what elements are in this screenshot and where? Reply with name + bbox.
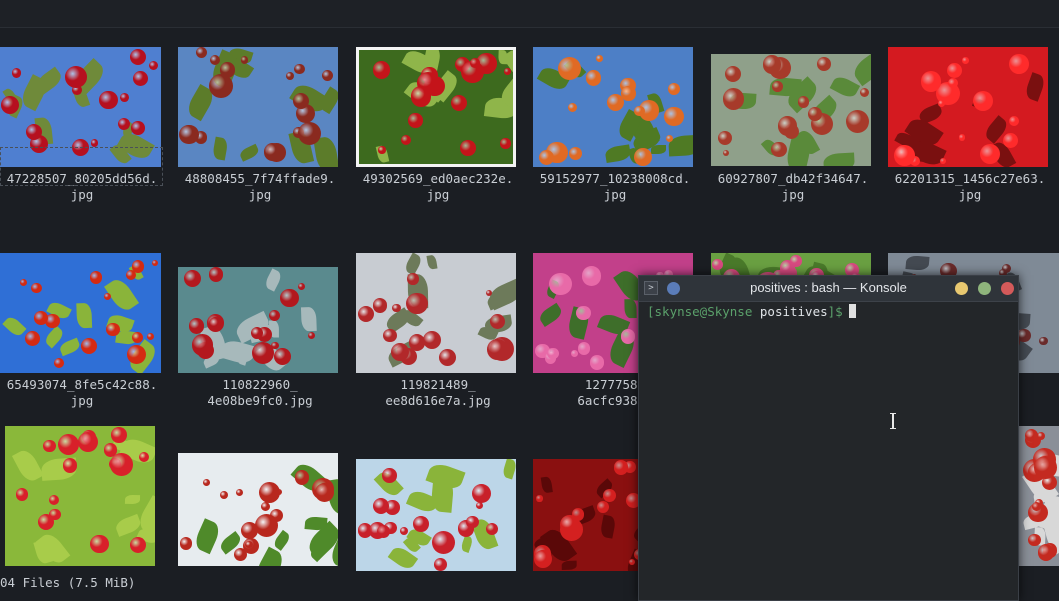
file-name-label[interactable]: 60927807_db42f34647. jpg: [711, 171, 875, 203]
shell-prompt: [skynse@Skynse positives]$: [647, 304, 856, 319]
file-thumbnail[interactable]: [711, 54, 871, 166]
file-name-label[interactable]: 49302569_ed0aec232e. jpg: [356, 171, 520, 203]
konsole-titlebar[interactable]: > positives : bash — Konsole: [639, 276, 1018, 302]
file-name-label[interactable]: 119821489_ ee8d616e7a.jpg: [356, 377, 520, 409]
file-thumbnail[interactable]: [356, 47, 516, 167]
file-name-label[interactable]: 110822960_ 4e08be9fc0.jpg: [178, 377, 342, 409]
file-thumbnail[interactable]: [178, 47, 338, 167]
text-cursor: [848, 304, 856, 318]
ibeam-mouse-cursor-icon: [890, 413, 896, 429]
file-thumbnail[interactable]: [178, 453, 338, 566]
file-thumbnail[interactable]: [356, 459, 516, 571]
prompt-user-host: [skynse@Skynse: [647, 304, 760, 319]
file-thumbnail[interactable]: [5, 426, 155, 566]
top-toolbar-strip: [0, 0, 1059, 28]
file-thumbnail[interactable]: [1019, 426, 1059, 566]
close-button[interactable]: [1001, 282, 1014, 295]
file-name-label[interactable]: 48808455_7f74ffade9. jpg: [178, 171, 342, 203]
minimize-button[interactable]: [955, 282, 968, 295]
file-thumbnail[interactable]: [0, 253, 161, 373]
file-thumbnail[interactable]: [533, 47, 693, 167]
maximize-button[interactable]: [978, 282, 991, 295]
file-name-label[interactable]: 65493074_8fe5c42c88. jpg: [0, 377, 164, 409]
focus-indicator: [0, 147, 163, 186]
terminal-icon[interactable]: >: [644, 281, 658, 295]
file-thumbnail[interactable]: [356, 253, 516, 373]
file-name-label[interactable]: 62201315_1456c27e63. jpg: [888, 171, 1052, 203]
window-title: positives : bash — Konsole: [750, 280, 907, 295]
file-thumbnail[interactable]: [888, 47, 1048, 167]
file-name-label[interactable]: 59152977_10238008cd. jpg: [533, 171, 697, 203]
konsole-window[interactable]: > positives : bash — Konsole [skynse@Sky…: [638, 275, 1019, 601]
file-count-status: 04 Files (7.5 MiB): [0, 575, 136, 590]
keep-above-button[interactable]: [667, 282, 680, 295]
prompt-directory: positives: [759, 304, 828, 319]
prompt-end: ]$: [827, 304, 843, 319]
terminal-area[interactable]: [skynse@Skynse positives]$: [639, 302, 1018, 600]
file-thumbnail[interactable]: [178, 267, 338, 373]
